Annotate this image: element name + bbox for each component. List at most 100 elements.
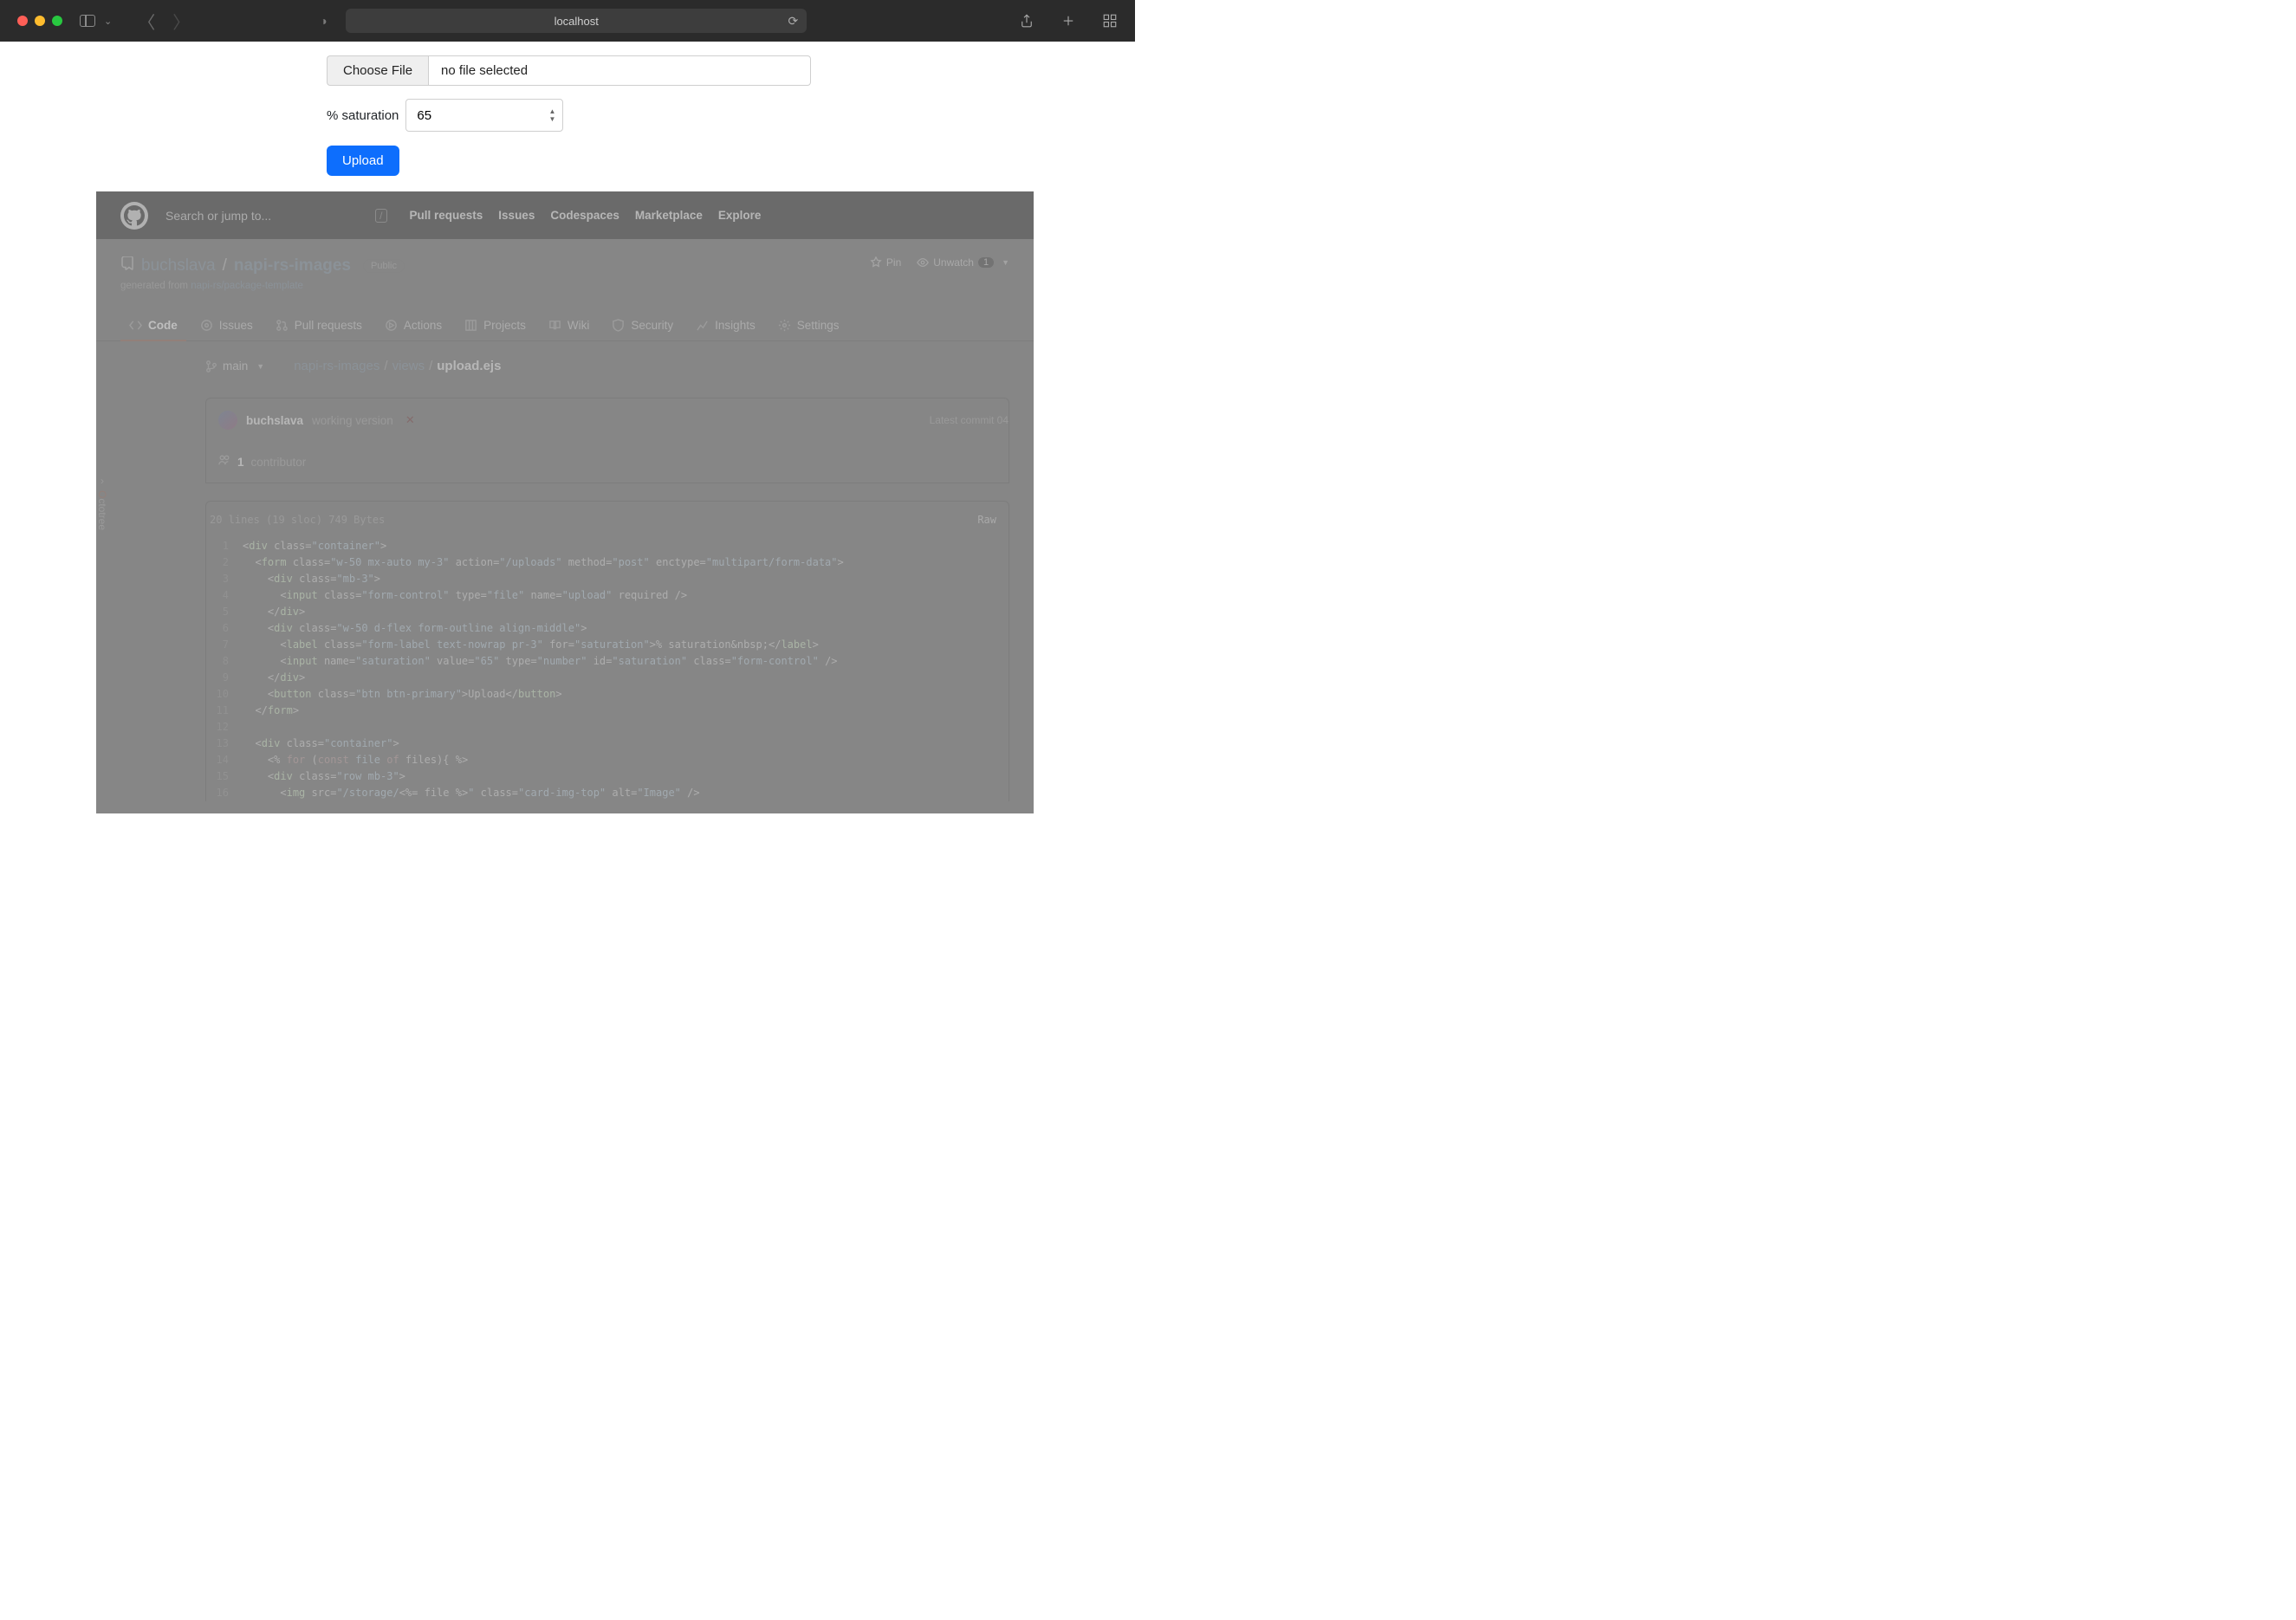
- branch-selector[interactable]: main ▼: [205, 360, 264, 373]
- nav-issues[interactable]: Issues: [498, 209, 535, 222]
- saturation-value: 65: [417, 108, 431, 123]
- url-text: localhost: [555, 15, 599, 28]
- line-number: 5: [206, 604, 243, 620]
- commit-message[interactable]: working version: [312, 414, 393, 427]
- line-number: 7: [206, 637, 243, 653]
- code-content: <form class="w-50 mx-auto my-3" action="…: [243, 554, 844, 571]
- privacy-shield-icon[interactable]: ◑: [320, 14, 327, 28]
- commit-author[interactable]: buchslava: [246, 414, 303, 427]
- address-bar[interactable]: ◑ localhost ⟳: [346, 9, 807, 33]
- github-search-input[interactable]: Search or jump to...: [165, 209, 271, 223]
- contributors-row[interactable]: 1 contributor: [205, 442, 1009, 483]
- back-button[interactable]: 〈: [138, 9, 155, 34]
- nav-codespaces[interactable]: Codespaces: [550, 209, 619, 222]
- repo-icon: [120, 256, 134, 275]
- share-icon[interactable]: [1019, 13, 1034, 29]
- tab-group-menu-icon[interactable]: ⌄: [104, 16, 112, 27]
- code-line[interactable]: 11 </form>: [206, 703, 1009, 719]
- forward-button[interactable]: 〉: [172, 9, 190, 34]
- upload-form: Choose File no file selected % saturatio…: [327, 42, 1135, 191]
- code-view[interactable]: 1<div class="container">2 <form class="w…: [205, 538, 1009, 801]
- repo-owner-link[interactable]: buchslava: [141, 256, 216, 275]
- number-stepper-icon[interactable]: ▲▼: [548, 107, 555, 123]
- sidebar-toggle-icon[interactable]: [80, 15, 95, 27]
- code-line[interactable]: 12: [206, 719, 1009, 735]
- crumb-root[interactable]: napi-rs-images: [294, 359, 379, 373]
- new-tab-icon[interactable]: [1060, 13, 1076, 29]
- caret-down-icon: ▼: [256, 362, 264, 371]
- code-line[interactable]: 7 <label class="form-label text-nowrap p…: [206, 637, 1009, 653]
- people-icon: [218, 454, 230, 470]
- nav-explore[interactable]: Explore: [718, 209, 762, 222]
- code-line[interactable]: 6 <div class="w-50 d-flex form-outline a…: [206, 620, 1009, 637]
- line-number: 14: [206, 752, 243, 768]
- code-line[interactable]: 2 <form class="w-50 mx-auto my-3" action…: [206, 554, 1009, 571]
- saturation-input[interactable]: 65 ▲▼: [405, 99, 563, 132]
- status-x-icon[interactable]: ✕: [405, 413, 415, 427]
- tab-settings[interactable]: Settings: [769, 310, 848, 340]
- tab-actions[interactable]: Actions: [376, 310, 451, 340]
- code-line[interactable]: 4 <input class="form-control" type="file…: [206, 587, 1009, 604]
- code-content: <input class="form-control" type="file" …: [243, 587, 687, 604]
- line-number: 12: [206, 719, 243, 735]
- close-window-button[interactable]: [17, 16, 28, 26]
- line-number: 8: [206, 653, 243, 670]
- tab-wiki[interactable]: Wiki: [540, 310, 599, 340]
- code-content: <input name="saturation" value="65" type…: [243, 653, 838, 670]
- maximize-window-button[interactable]: [52, 16, 62, 26]
- code-line[interactable]: 9 </div>: [206, 670, 1009, 686]
- pin-button[interactable]: Pin: [870, 256, 901, 269]
- code-line[interactable]: 14 <% for (const file of files){ %>: [206, 752, 1009, 768]
- nav-marketplace[interactable]: Marketplace: [635, 209, 703, 222]
- repo-name-link[interactable]: napi-rs-images: [234, 256, 351, 275]
- code-line[interactable]: 1<div class="container">: [206, 538, 1009, 554]
- tab-security[interactable]: Security: [603, 310, 682, 340]
- code-line[interactable]: 10 <button class="btn btn-primary">Uploa…: [206, 686, 1009, 703]
- avatar[interactable]: [218, 411, 237, 430]
- tab-issues[interactable]: Issues: [191, 310, 262, 340]
- line-number: 11: [206, 703, 243, 719]
- reload-icon[interactable]: ⟳: [788, 14, 798, 29]
- tab-projects[interactable]: Projects: [456, 310, 535, 340]
- github-logo-icon[interactable]: [120, 202, 148, 230]
- minimize-window-button[interactable]: [35, 16, 45, 26]
- tab-code[interactable]: Code: [120, 310, 186, 340]
- choose-file-button[interactable]: Choose File: [327, 55, 428, 86]
- generated-from: generated from napi-rs/package-template: [120, 281, 405, 291]
- octotree-toggle[interactable]: › Octotree: [96, 475, 108, 530]
- nav-pull-requests[interactable]: Pull requests: [410, 209, 483, 222]
- code-line[interactable]: 8 <input name="saturation" value="65" ty…: [206, 653, 1009, 670]
- code-content: </form>: [243, 703, 299, 719]
- crumb-dir[interactable]: views: [392, 359, 425, 373]
- tab-pull-requests[interactable]: Pull requests: [267, 310, 371, 340]
- template-link[interactable]: napi-rs/package-template: [191, 281, 303, 291]
- raw-button[interactable]: Raw: [977, 514, 996, 526]
- file-stats: 20 lines (19 sloc) 749 Bytes: [210, 514, 385, 526]
- code-line[interactable]: 5 </div>: [206, 604, 1009, 620]
- code-line[interactable]: 16 <img src="/storage/<%= file %>" class…: [206, 785, 1009, 801]
- contributor-label: contributor: [251, 456, 307, 469]
- upload-button[interactable]: Upload: [327, 146, 399, 176]
- code-content: <% for (const file of files){ %>: [243, 752, 468, 768]
- code-line[interactable]: 13 <div class="container">: [206, 735, 1009, 752]
- repo-header: buchslava / napi-rs-images Public genera…: [96, 239, 1034, 291]
- code-content: <div class="w-50 d-flex form-outline ali…: [243, 620, 587, 637]
- file-selected-label: no file selected: [428, 55, 811, 86]
- line-number: 9: [206, 670, 243, 686]
- github-panel: › Octotree Search or jump to... / Pull r…: [96, 191, 1034, 813]
- line-number: 10: [206, 686, 243, 703]
- file-meta-row: 20 lines (19 sloc) 749 Bytes Raw: [205, 501, 1009, 538]
- tab-overview-icon[interactable]: [1102, 13, 1118, 29]
- crumb-file: upload.ejs: [437, 359, 501, 373]
- breadcrumb: napi-rs-images / views / upload.ejs: [294, 359, 501, 373]
- line-number: 6: [206, 620, 243, 637]
- visibility-badge: Public: [363, 259, 405, 273]
- contributor-count: 1: [237, 456, 244, 469]
- line-number: 3: [206, 571, 243, 587]
- tab-insights[interactable]: Insights: [687, 310, 764, 340]
- browser-toolbar: ⌄ 〈 〉 ◑ localhost ⟳: [0, 0, 1135, 42]
- code-line[interactable]: 15 <div class="row mb-3">: [206, 768, 1009, 785]
- github-header: Search or jump to... / Pull requests Iss…: [96, 191, 1034, 239]
- code-line[interactable]: 3 <div class="mb-3">: [206, 571, 1009, 587]
- unwatch-button[interactable]: Unwatch 1 ▼: [917, 256, 1009, 269]
